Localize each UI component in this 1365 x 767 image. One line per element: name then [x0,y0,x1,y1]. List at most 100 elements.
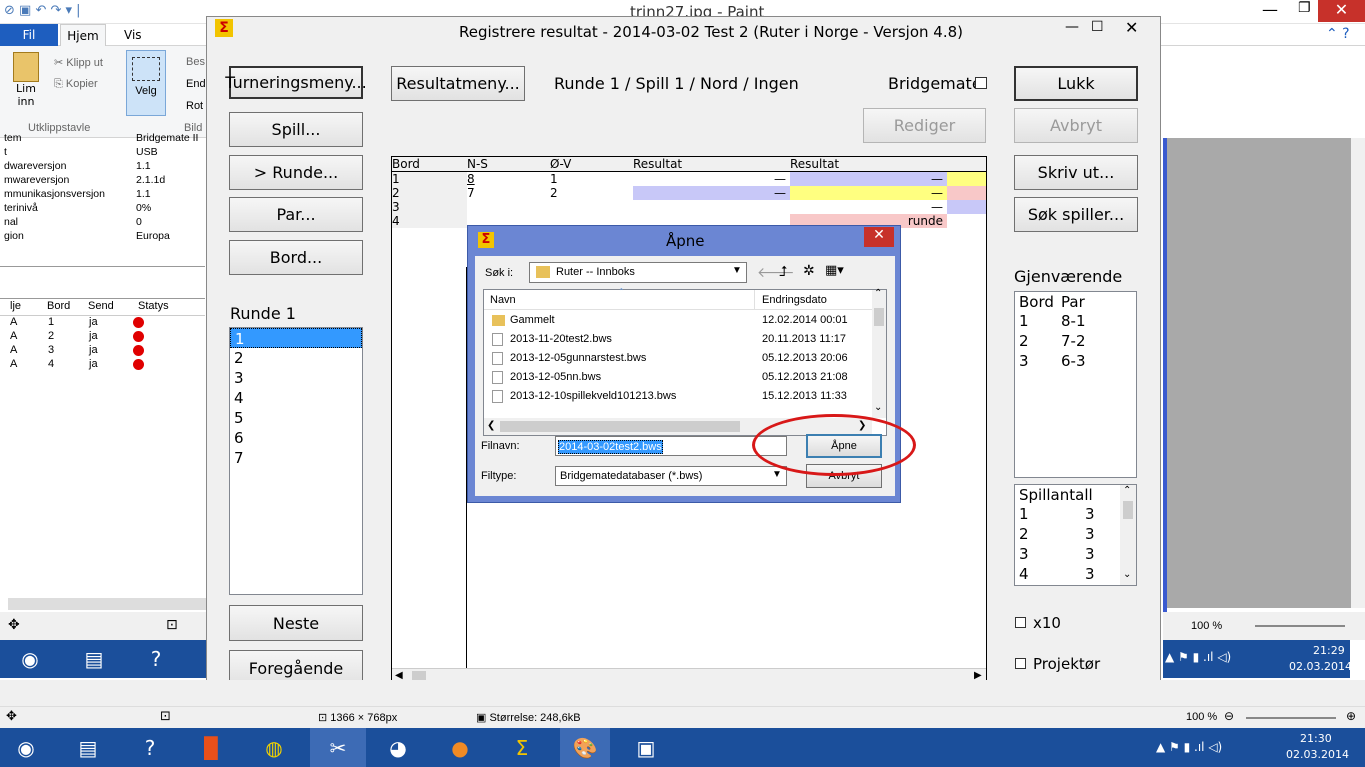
col-header-ov[interactable]: Ø-V [550,157,633,172]
bridgemate-checkbox[interactable] [975,77,987,89]
print-button[interactable]: Skriv ut... [1014,155,1138,190]
paste-button[interactable]: Lim inn [8,52,44,112]
device-row[interactable]: A 3 ja [0,344,205,358]
firefox-icon[interactable]: ● [440,731,480,765]
result-menu-button[interactable]: Resultatmeny... [391,66,525,101]
help-app-icon[interactable]: ? [130,731,170,765]
col-header-result-1[interactable]: Resultat [633,157,790,172]
file-row[interactable]: 2013-12-05gunnarstest.bws 05.12.2013 20:0… [484,350,872,369]
chevron-down-icon[interactable]: ▼ [772,469,782,480]
scroll-up-arrow[interactable]: ⌃ [1123,485,1131,496]
ruter-app-icon[interactable]: Σ [502,731,542,765]
close-button[interactable]: Lukk [1014,66,1138,101]
scroll-thumb[interactable] [500,421,740,432]
table-cell[interactable]: — [633,171,790,186]
game-count-row[interactable]: 13 [1015,505,1120,525]
device-row[interactable]: A 1 ja [0,316,205,330]
ruter-maximize-button[interactable]: ☐ [1091,19,1104,35]
ruter-close-button[interactable]: ✕ [1125,18,1138,37]
round-item[interactable]: 7 [230,448,362,468]
table-cell[interactable] [633,200,790,214]
device-row[interactable]: A 4 ja [0,358,205,372]
file-row[interactable]: 2013-12-05nn.bws 05.12.2013 21:08 [484,369,872,388]
zoom-in-icon[interactable]: ⊕ [1346,709,1356,723]
search-player-button[interactable]: Søk spiller... [1014,197,1138,232]
table-cell[interactable] [550,200,633,214]
zoom-out-icon[interactable]: ⊖ [1224,709,1234,723]
up-folder-icon[interactable]: ⮥ [779,264,787,280]
paint-close-button[interactable]: ✕ [1318,0,1365,22]
table-row[interactable]: 3— [392,200,986,214]
view-menu-icon[interactable]: ▦▾ [825,263,844,278]
pairs-button[interactable]: Par... [229,197,363,232]
file-explorer-icon[interactable]: ▤ [74,642,114,676]
paint-restore-button[interactable]: ❐ [1298,0,1311,16]
table-cell[interactable] [947,171,986,186]
round-item[interactable]: 2 [230,348,362,368]
game-count-list[interactable]: Spillantall 13233343 ⌃ ⌄ [1014,484,1137,586]
round-item[interactable]: 4 [230,388,362,408]
lookin-dropdown[interactable]: Ruter -- Innboks ▼ [529,262,747,283]
game-count-scrollbar[interactable]: ⌃ ⌄ [1120,485,1136,585]
table-cell[interactable]: — [790,186,947,200]
game-count-row[interactable]: 43 [1015,565,1120,585]
remaining-row[interactable]: 3 6-3 [1015,352,1136,372]
table-cell[interactable]: 1 [550,172,633,186]
scroll-down-arrow[interactable]: ⌄ [1123,569,1131,580]
col-date-header[interactable]: Endringsdato [762,294,827,306]
snipping-tool-icon[interactable]: ✂ [310,728,366,767]
x10-checkbox[interactable] [1015,617,1026,628]
start-orb-icon[interactable]: ◉ [6,731,46,765]
table-cell[interactable]: 7 [467,186,550,200]
dialog-close-button[interactable]: ✕ [864,227,894,247]
table-row[interactable]: 2 7 2— — [392,186,986,200]
col-header[interactable]: Statys [138,300,169,312]
edit-button[interactable]: Rediger [863,108,986,143]
table-cell[interactable] [947,200,986,214]
file-row[interactable]: 2013-12-10spillekveld101213.bws 15.12.201… [484,388,872,407]
round-button[interactable]: > Runde... [229,155,363,190]
game-count-row[interactable]: 33 [1015,545,1120,565]
projector-checkbox[interactable] [1015,658,1026,669]
table-cell[interactable]: — [633,186,790,200]
table-cell[interactable]: — [790,200,947,214]
filetype-dropdown[interactable]: Bridgematedatabaser (*.bws) ▼ [555,466,787,486]
bridgemate-app-icon[interactable]: ▣ [626,731,666,765]
paint-app-icon[interactable]: 🎨 [560,728,610,767]
table-cell[interactable]: — [790,171,947,186]
table-cell[interactable] [467,200,550,214]
resize-button[interactable]: End [186,78,206,90]
file-explorer-icon[interactable]: ▤ [68,731,108,765]
round-item[interactable]: 1 [230,328,362,348]
tab-file[interactable]: Fil [0,24,58,46]
table-cell[interactable]: 8 [467,172,550,186]
tray-icons[interactable]: ▲ ⚑ ▮ .ıl ◁) [1165,650,1231,664]
scroll-up-arrow[interactable]: ⌃ [874,288,882,299]
tab-view[interactable]: Vis [124,28,142,42]
remaining-row[interactable]: 2 7-2 [1015,332,1136,352]
paint-minimize-button[interactable]: — [1262,0,1278,19]
office-icon[interactable]: ▉ [192,731,232,765]
table-button[interactable]: Bord... [229,240,363,275]
col-header-ns[interactable]: N-S [467,157,550,172]
col-header-result-2[interactable]: Resultat [790,157,947,172]
scroll-thumb[interactable] [1123,501,1133,519]
file-row[interactable]: Gammelt 12.02.2014 00:01 [484,312,872,331]
chrome-icon[interactable]: ◕ [378,731,418,765]
round-item[interactable]: 5 [230,408,362,428]
inner-zoom-slider[interactable] [1255,625,1345,627]
col-header[interactable]: Bord [47,300,70,312]
back-icon[interactable]: 🡐 [757,264,795,281]
new-folder-icon[interactable]: ✲ [803,263,815,279]
rotate-button[interactable]: Rot [186,100,203,112]
col-header[interactable]: Send [88,300,114,312]
cancel-button[interactable]: Avbryt [1014,108,1138,143]
copy-button[interactable]: ⎘ Kopier [54,78,98,91]
vertical-scrollbar[interactable] [1351,138,1365,608]
scroll-thumb[interactable] [874,308,884,326]
remaining-row[interactable]: 1 8-1 [1015,312,1136,332]
round-item[interactable]: 6 [230,428,362,448]
round-list[interactable]: 1234567 [229,327,363,595]
crop-button[interactable]: Bes [186,56,205,68]
table-row[interactable]: 1 8 1— — [392,171,986,186]
